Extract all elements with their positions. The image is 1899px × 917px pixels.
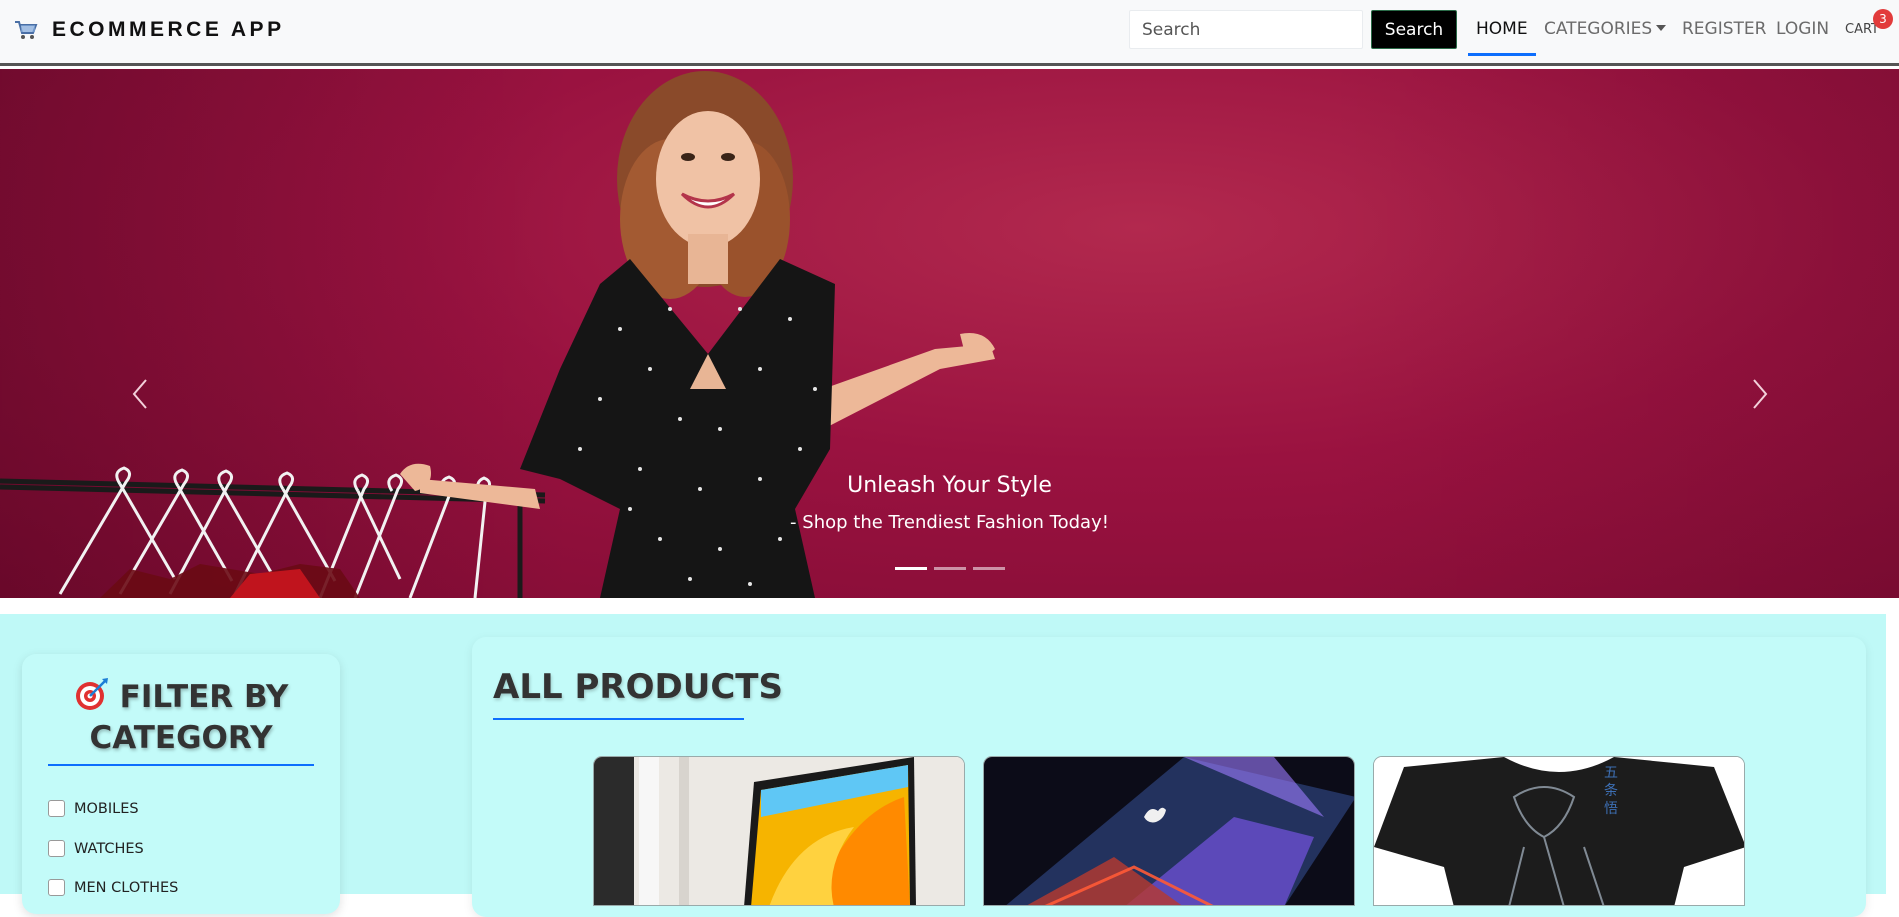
brand[interactable]: ECOMMERCE APP xyxy=(14,18,285,42)
checkbox[interactable] xyxy=(48,800,65,817)
product-image xyxy=(984,757,1354,905)
checkbox[interactable] xyxy=(48,879,65,896)
tshirt-print-glyphs: 悟 xyxy=(1604,801,1618,817)
nav-categories-label: CATEGORIES xyxy=(1544,19,1653,39)
shopping-cart-icon xyxy=(15,21,38,39)
clothes-on-rack xyxy=(100,564,360,598)
carousel-indicator-1[interactable] xyxy=(895,567,927,570)
filter-option-label: MOBILES xyxy=(74,800,139,817)
products-title: ALL PRODUCTS xyxy=(493,667,783,707)
hero-carousel: Unleash Your Style - Shop the Trendiest … xyxy=(0,69,1899,598)
product-card-macbook[interactable] xyxy=(983,756,1355,906)
caret-down-icon xyxy=(1656,25,1667,31)
product-card-laptop[interactable] xyxy=(593,756,965,906)
carousel-prev-icon[interactable] xyxy=(122,374,162,414)
carousel-indicators xyxy=(895,567,1005,570)
dress xyxy=(520,259,835,598)
target-icon xyxy=(75,678,108,710)
brand-name: ECOMMERCE APP xyxy=(52,18,285,41)
search-input[interactable] xyxy=(1129,10,1363,49)
filter-option-men-clothes[interactable]: MEN CLOTHES xyxy=(48,879,178,896)
active-link-underline xyxy=(1468,53,1536,56)
nav-login-link[interactable]: LOGIN xyxy=(1776,19,1829,39)
filter-title-text: FILTER BY CATEGORY xyxy=(89,679,289,756)
product-image xyxy=(594,757,964,905)
products-title-underline xyxy=(493,718,744,720)
navbar: ECOMMERCE APP Search HOME CATEGORIES REG… xyxy=(0,0,1899,66)
cart-count-badge: 3 xyxy=(1873,9,1893,29)
nav-register-link[interactable]: REGISTER xyxy=(1682,19,1766,39)
carousel-indicator-3[interactable] xyxy=(973,567,1005,570)
carousel-next-icon[interactable] xyxy=(1738,374,1778,414)
tshirt-print-glyphs: 条 xyxy=(1604,782,1618,799)
nav-home-link[interactable]: HOME xyxy=(1476,19,1528,39)
product-image: 五 条 悟 xyxy=(1374,757,1744,905)
filter-option-mobiles[interactable]: MOBILES xyxy=(48,800,139,817)
nav-categories-dropdown[interactable]: CATEGORIES xyxy=(1544,19,1667,39)
checkbox[interactable] xyxy=(48,840,65,857)
filter-title-underline xyxy=(48,764,314,766)
carousel-indicator-2[interactable] xyxy=(934,567,966,570)
hero-caption-title: Unleash Your Style xyxy=(847,473,1052,498)
filter-option-label: MEN CLOTHES xyxy=(74,879,179,896)
tshirt-print-glyphs: 五 xyxy=(1604,765,1618,781)
filter-option-label: WATCHES xyxy=(74,840,144,857)
product-card-tshirt[interactable]: 五 条 悟 xyxy=(1373,756,1745,906)
search-button[interactable]: Search xyxy=(1371,10,1457,49)
filter-option-watches[interactable]: WATCHES xyxy=(48,840,144,857)
hero-caption-subtitle: - Shop the Trendiest Fashion Today! xyxy=(790,512,1109,533)
filter-title: FILTER BY CATEGORY xyxy=(22,676,340,759)
